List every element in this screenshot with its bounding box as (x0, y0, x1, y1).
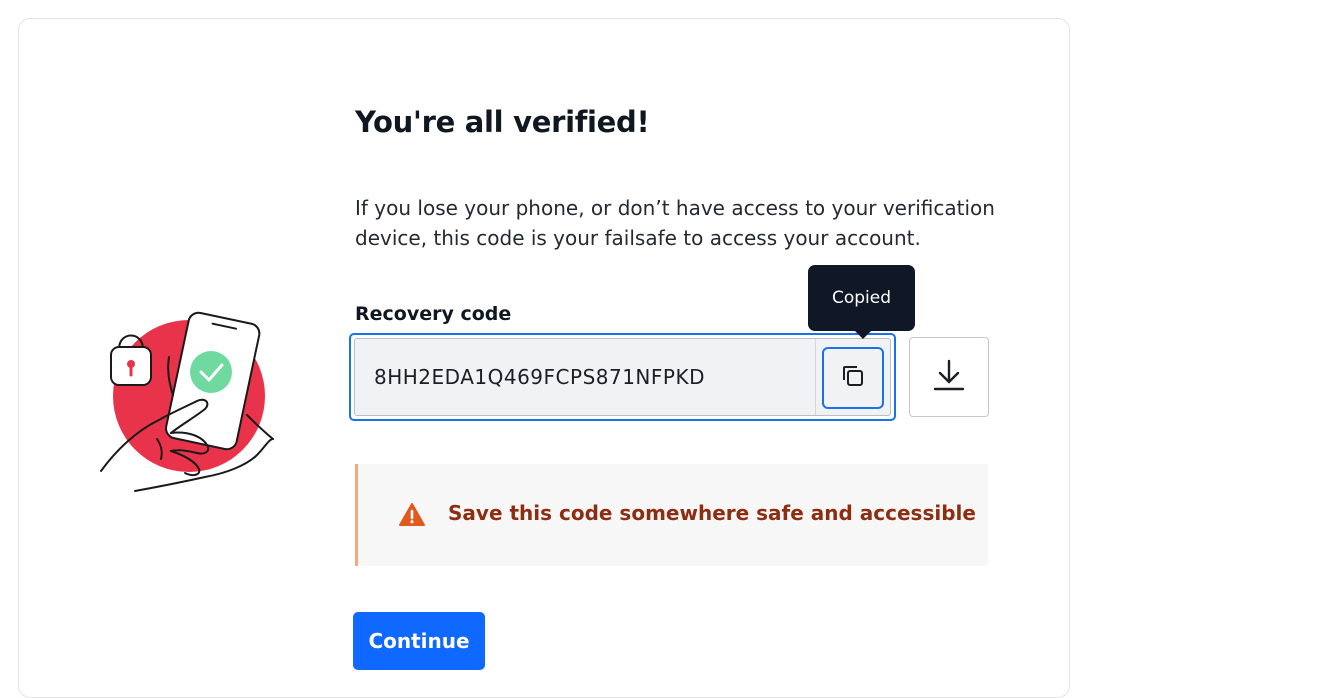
download-button[interactable] (909, 337, 989, 417)
copy-icon (840, 363, 866, 393)
recovery-code-field[interactable]: 8HH2EDA1Q469FCPS871NFPKD (349, 333, 896, 421)
tooltip-arrow (854, 330, 872, 339)
tooltip-text: Copied (831, 288, 892, 308)
warning-icon (398, 502, 426, 528)
recovery-code-value[interactable]: 8HH2EDA1Q469FCPS871NFPKD (374, 365, 705, 389)
warning-text: Save this code somewhere safe and access… (448, 501, 976, 525)
phone-verified-illustration (97, 309, 277, 499)
copied-tooltip: Copied (808, 265, 915, 339)
warning-callout: Save this code somewhere safe and access… (355, 464, 988, 566)
page-description: If you lose your phone, or don’t have ac… (355, 196, 995, 250)
copy-button[interactable] (822, 347, 884, 409)
verification-card: You're all verified! If you lose your ph… (18, 18, 1070, 698)
download-icon (932, 358, 966, 396)
recovery-code-label: Recovery code (355, 303, 512, 325)
recovery-code-box: 8HH2EDA1Q469FCPS871NFPKD (354, 338, 891, 416)
continue-button[interactable]: Continue (353, 612, 485, 670)
page-title: You're all verified! (355, 105, 650, 139)
code-divider (815, 339, 816, 415)
